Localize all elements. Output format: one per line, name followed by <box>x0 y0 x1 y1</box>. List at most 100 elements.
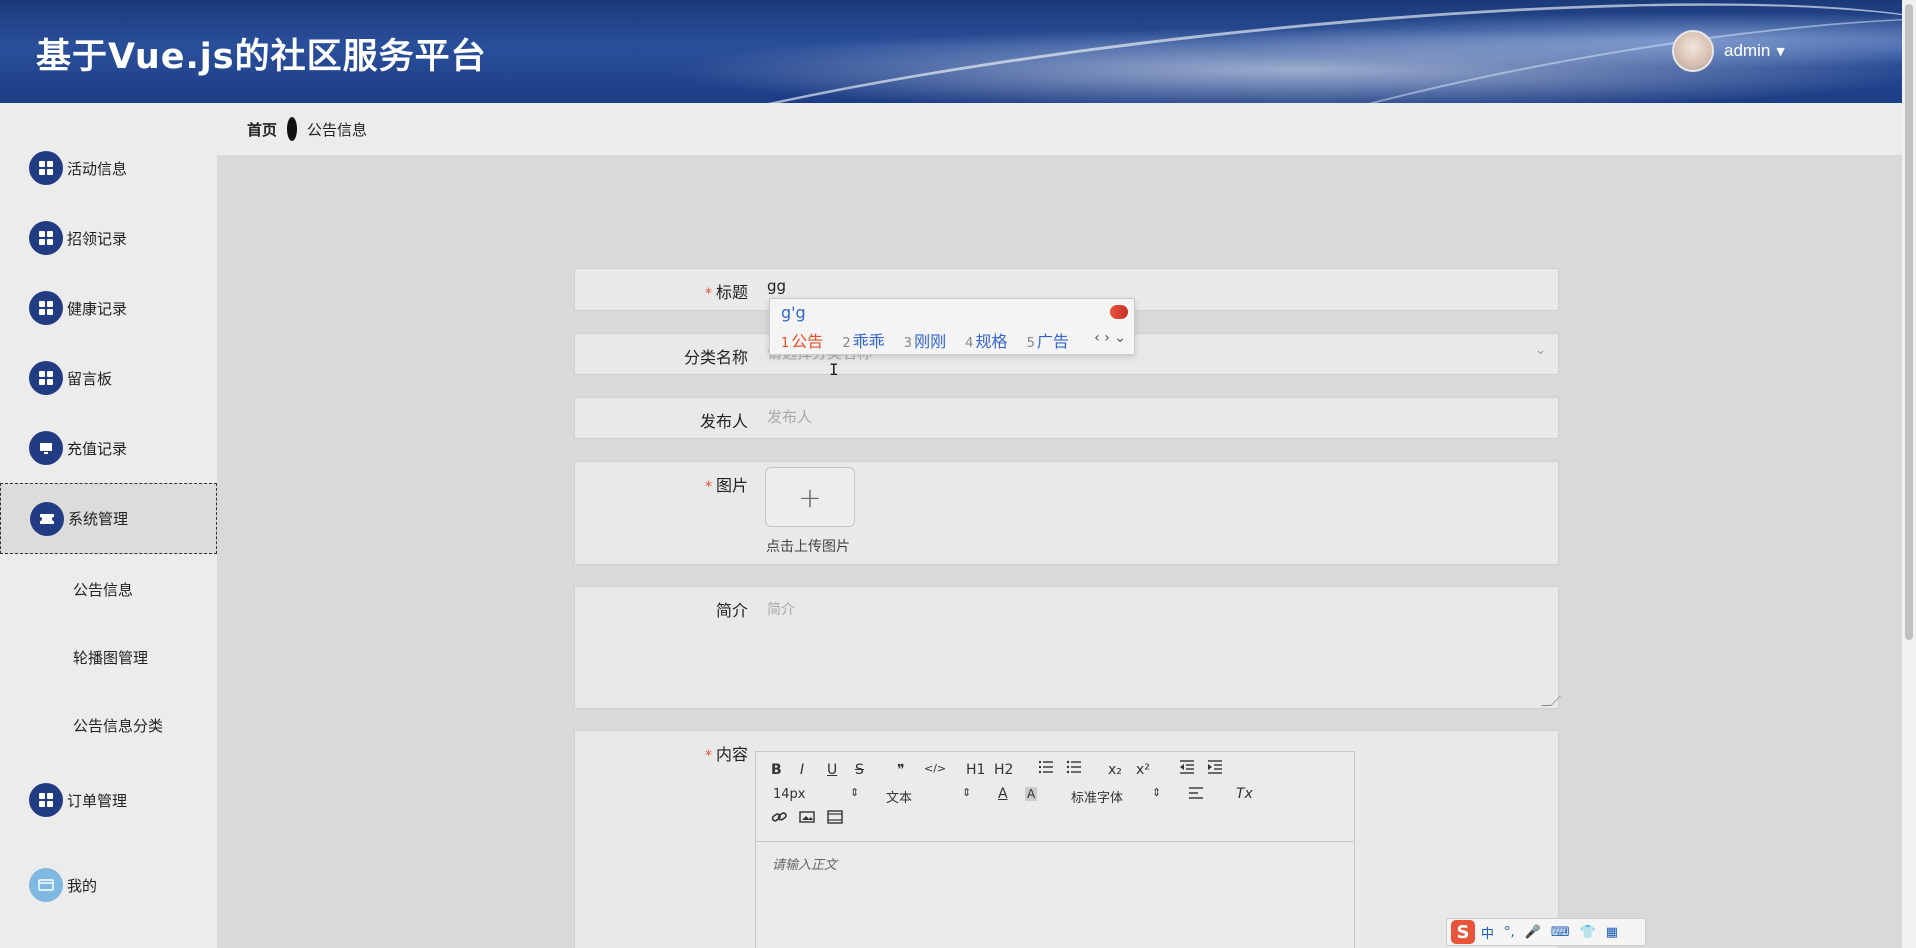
monitor-icon <box>29 431 63 465</box>
sidebar-item-health[interactable]: 健康记录 <box>0 278 217 338</box>
editor-body[interactable]: 请输入正文 <box>772 854 837 873</box>
sidebar-item-orders[interactable]: 订单管理 <box>0 770 217 830</box>
grid-icon <box>29 783 63 817</box>
grid-icon <box>29 291 63 325</box>
sidebar-item-label: 订单管理 <box>67 791 128 810</box>
page-scrollbar[interactable] <box>1902 0 1916 948</box>
ime-candidate[interactable]: 1 公告 <box>781 332 823 351</box>
sidebar-item-label: 留言板 <box>67 369 113 388</box>
user-menu[interactable]: admin ▼ <box>1672 30 1785 72</box>
subscript-button[interactable]: x₂ <box>1108 762 1122 778</box>
image-icon[interactable] <box>799 810 815 828</box>
ime-page-nav[interactable]: ‹ › ⌄ <box>1094 330 1126 346</box>
top-header: 基于Vue.js的社区服务平台 admin ▼ <box>0 0 1902 103</box>
font-color-icon[interactable]: A <box>998 786 1008 802</box>
sidebar-item-label: 我的 <box>67 876 98 895</box>
ime-candidate[interactable]: 2 乖乖 <box>842 332 884 351</box>
sogou-logo-icon[interactable]: S <box>1451 920 1475 944</box>
breadcrumb-separator <box>287 117 298 141</box>
sidebar-item-label: 健康记录 <box>67 299 128 318</box>
quote-icon[interactable]: ❞ <box>897 762 905 778</box>
superscript-button[interactable]: x² <box>1136 762 1150 778</box>
sidebar-subitem-notice-category[interactable]: 公告信息分类 <box>73 715 163 736</box>
sidebar-item-messages[interactable]: 留言板 <box>0 348 217 408</box>
sidebar: 活动信息 招领记录 健康记录 留言板 充值记录 系统管理 公告信息 轮播图管理 … <box>0 103 217 948</box>
content-label: * 内容 <box>704 745 748 764</box>
grid-icon <box>29 151 63 185</box>
ordered-list-icon[interactable] <box>1038 760 1054 778</box>
toolbox-icon[interactable]: ▦ <box>1606 925 1618 940</box>
breadcrumb-current: 公告信息 <box>307 120 368 139</box>
resize-handle[interactable] <box>1541 696 1561 706</box>
updown-icon[interactable]: ⇕ <box>850 786 859 799</box>
image-label: * 图片 <box>704 476 748 495</box>
form-row-image: * 图片 + 点击上传图片 <box>574 461 1559 565</box>
ime-candidate[interactable]: 4 规格 <box>965 332 1007 351</box>
keyboard-icon[interactable]: ⌨ <box>1551 925 1570 940</box>
clean-format-button[interactable]: Tx <box>1236 786 1253 802</box>
scroll-thumb[interactable] <box>1905 4 1913 640</box>
ime-punct-toggle[interactable]: °, <box>1504 925 1515 940</box>
sidebar-item-label: 活动信息 <box>67 159 128 178</box>
italic-button[interactable]: I <box>800 762 804 778</box>
ime-candidates: 1 公告 2 乖乖 3 刚刚 4 规格 5 广告 <box>781 328 1083 352</box>
breadcrumb-home[interactable]: 首页 <box>247 119 277 140</box>
skin-icon[interactable]: 👕 <box>1580 925 1596 940</box>
ime-candidate[interactable]: 3 刚刚 <box>904 332 946 351</box>
ime-status-bar[interactable]: S 中 °, 🎤 ⌨ 👕 ▦ <box>1446 918 1646 946</box>
sidebar-subitem-notices[interactable]: 公告信息 <box>73 579 133 600</box>
font-size-select[interactable]: 14px <box>773 787 806 802</box>
microphone-icon[interactable]: 🎤 <box>1525 925 1541 940</box>
form-row-intro: 简介 简介 <box>574 586 1561 709</box>
ime-pinyin: g'g <box>781 303 806 322</box>
ime-candidate[interactable]: 5 广告 <box>1027 332 1069 351</box>
align-left-icon[interactable] <box>1188 786 1204 804</box>
underline-button[interactable]: U <box>827 762 837 778</box>
ime-mode-toggle[interactable]: 中 <box>1481 923 1494 942</box>
caret-down-icon[interactable]: ▼ <box>1776 45 1784 58</box>
avatar[interactable] <box>1672 30 1714 72</box>
sidebar-item-mine[interactable]: 我的 <box>0 855 217 915</box>
bold-button[interactable]: B <box>771 762 782 778</box>
h2-button[interactable]: H2 <box>994 762 1013 778</box>
sidebar-item-label: 招领记录 <box>67 229 128 248</box>
upload-image-button[interactable]: + <box>765 467 855 527</box>
strike-button[interactable]: S <box>855 762 864 778</box>
updown-icon[interactable]: ⇕ <box>962 786 971 799</box>
grid-icon <box>29 221 63 255</box>
sidebar-item-activity[interactable]: 活动信息 <box>0 138 217 198</box>
updown-icon[interactable]: ⇕ <box>1152 786 1161 799</box>
ime-candidate-popup: g'g 1 公告 2 乖乖 3 刚刚 4 规格 5 广告 ‹ › ⌄ <box>769 298 1135 355</box>
sidebar-item-lost-found[interactable]: 招领记录 <box>0 208 217 268</box>
sidebar-item-label: 充值记录 <box>67 439 128 458</box>
font-family-select[interactable]: 标准字体 <box>1071 787 1123 806</box>
link-icon[interactable] <box>771 810 787 828</box>
publisher-label: 发布人 <box>699 412 748 431</box>
category-label: 分类名称 <box>683 348 748 367</box>
bullet-list-icon[interactable] <box>1066 760 1082 778</box>
sidebar-item-recharge[interactable]: 充值记录 <box>0 418 217 478</box>
code-icon[interactable]: </> <box>924 762 946 775</box>
upload-hint: 点击上传图片 <box>766 539 850 555</box>
chevron-down-icon[interactable]: ⌄ <box>1535 343 1546 358</box>
header-format-select[interactable]: 文本 <box>886 787 912 806</box>
publisher-input[interactable]: 发布人 <box>767 406 812 427</box>
text-cursor-icon: I <box>829 360 839 379</box>
card-icon <box>29 868 63 902</box>
sidebar-item-system[interactable]: 系统管理 <box>0 483 217 554</box>
video-icon[interactable] <box>827 810 843 828</box>
username[interactable]: admin <box>1724 41 1770 61</box>
outdent-icon[interactable] <box>1179 760 1195 778</box>
sidebar-subitem-carousel[interactable]: 轮播图管理 <box>73 647 148 668</box>
grid-icon <box>29 361 63 395</box>
h1-button[interactable]: H1 <box>966 762 985 778</box>
sidebar-item-label: 系统管理 <box>68 510 129 528</box>
title-input[interactable]: gg <box>767 277 786 295</box>
intro-textarea[interactable]: 简介 <box>767 599 795 619</box>
background-color-icon[interactable]: A <box>1025 787 1038 801</box>
title-label: * 标题 <box>704 283 748 302</box>
ticket-icon <box>30 501 64 536</box>
indent-icon[interactable] <box>1207 760 1223 778</box>
rich-text-editor: B I U S ❞ </> H1 H2 x₂ x² 14px ⇕ 文本 ⇕ A … <box>755 751 1355 948</box>
app-title: 基于Vue.js的社区服务平台 <box>36 37 487 77</box>
